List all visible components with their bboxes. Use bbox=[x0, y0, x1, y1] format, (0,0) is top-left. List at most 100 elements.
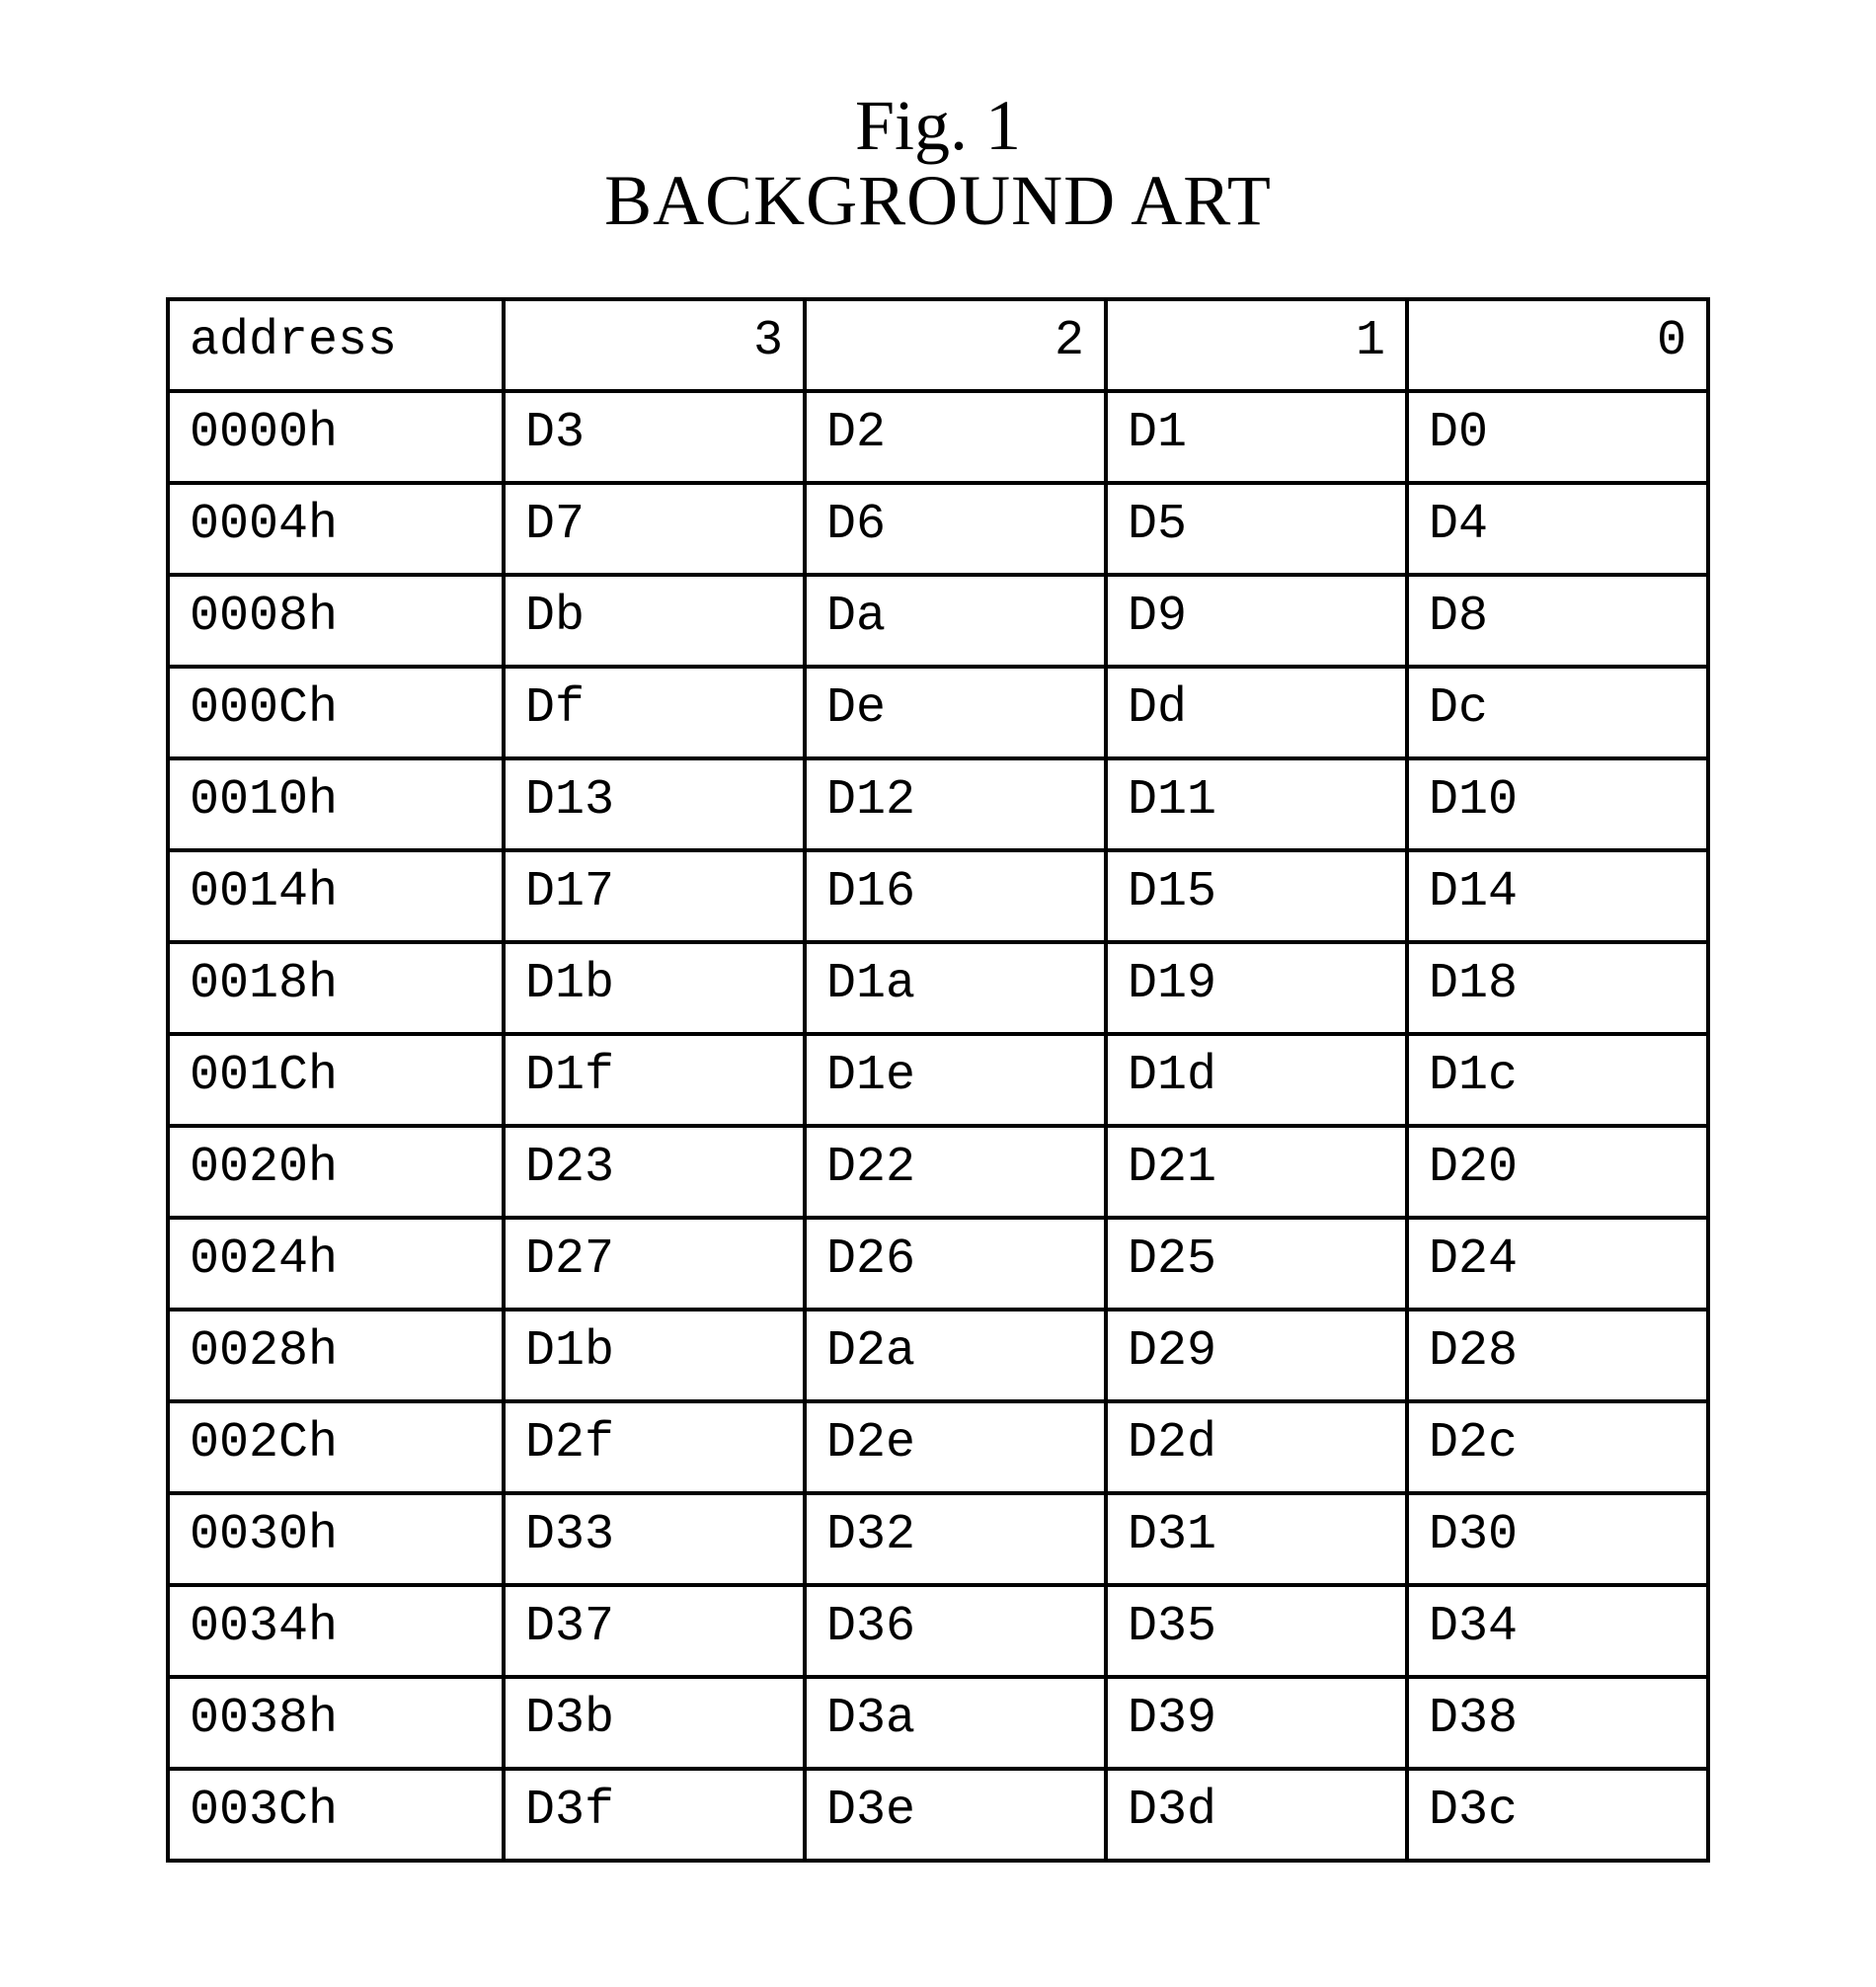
data-cell: D11 bbox=[1106, 758, 1407, 850]
col-header-1: 1 bbox=[1106, 299, 1407, 391]
table-row: 0024h D27 D26 D25 D24 bbox=[168, 1218, 1708, 1310]
addr-cell: 001Ch bbox=[168, 1034, 504, 1126]
data-cell: Db bbox=[504, 575, 805, 667]
data-cell: D10 bbox=[1407, 758, 1708, 850]
table-row: 001Ch D1f D1e D1d D1c bbox=[168, 1034, 1708, 1126]
data-cell: D1c bbox=[1407, 1034, 1708, 1126]
table-row: 0038h D3b D3a D39 D38 bbox=[168, 1677, 1708, 1769]
addr-cell: 0030h bbox=[168, 1493, 504, 1585]
data-cell: D32 bbox=[805, 1493, 1106, 1585]
data-cell: D1b bbox=[504, 942, 805, 1034]
data-cell: D1b bbox=[504, 1310, 805, 1401]
table-row: 0014h D17 D16 D15 D14 bbox=[168, 850, 1708, 942]
data-cell: Df bbox=[504, 667, 805, 758]
data-cell: D2c bbox=[1407, 1401, 1708, 1493]
data-cell: D14 bbox=[1407, 850, 1708, 942]
figure-page: Fig. 1 BACKGROUND ART address 3 2 1 0 00… bbox=[0, 0, 1876, 1961]
table-row: 0008h Db Da D9 D8 bbox=[168, 575, 1708, 667]
data-cell: D22 bbox=[805, 1126, 1106, 1218]
data-cell: D6 bbox=[805, 483, 1106, 575]
data-cell: D27 bbox=[504, 1218, 805, 1310]
data-cell: D37 bbox=[504, 1585, 805, 1677]
data-cell: D2e bbox=[805, 1401, 1106, 1493]
addr-cell: 0028h bbox=[168, 1310, 504, 1401]
data-cell: D23 bbox=[504, 1126, 805, 1218]
data-cell: D3e bbox=[805, 1769, 1106, 1861]
data-cell: D2d bbox=[1106, 1401, 1407, 1493]
data-cell: D19 bbox=[1106, 942, 1407, 1034]
data-cell: D34 bbox=[1407, 1585, 1708, 1677]
data-cell: D3d bbox=[1106, 1769, 1407, 1861]
addr-cell: 0000h bbox=[168, 391, 504, 483]
table-header-row: address 3 2 1 0 bbox=[168, 299, 1708, 391]
addr-cell: 002Ch bbox=[168, 1401, 504, 1493]
data-cell: D0 bbox=[1407, 391, 1708, 483]
table-row: 002Ch D2f D2e D2d D2c bbox=[168, 1401, 1708, 1493]
table-row: 0000h D3 D2 D1 D0 bbox=[168, 391, 1708, 483]
data-cell: D18 bbox=[1407, 942, 1708, 1034]
data-cell: D3 bbox=[504, 391, 805, 483]
data-cell: D20 bbox=[1407, 1126, 1708, 1218]
data-cell: D1f bbox=[504, 1034, 805, 1126]
col-header-2: 2 bbox=[805, 299, 1106, 391]
memory-map-table: address 3 2 1 0 0000h D3 D2 D1 D0 0004h … bbox=[166, 297, 1710, 1863]
data-cell: D15 bbox=[1106, 850, 1407, 942]
data-cell: D7 bbox=[504, 483, 805, 575]
figure-heading: Fig. 1 BACKGROUND ART bbox=[0, 89, 1876, 238]
data-cell: D9 bbox=[1106, 575, 1407, 667]
data-cell: D30 bbox=[1407, 1493, 1708, 1585]
figure-title: BACKGROUND ART bbox=[0, 164, 1876, 239]
table-row: 0028h D1b D2a D29 D28 bbox=[168, 1310, 1708, 1401]
addr-cell: 000Ch bbox=[168, 667, 504, 758]
table-row: 0020h D23 D22 D21 D20 bbox=[168, 1126, 1708, 1218]
data-cell: D39 bbox=[1106, 1677, 1407, 1769]
data-cell: D21 bbox=[1106, 1126, 1407, 1218]
data-cell: D28 bbox=[1407, 1310, 1708, 1401]
data-cell: D24 bbox=[1407, 1218, 1708, 1310]
data-cell: D31 bbox=[1106, 1493, 1407, 1585]
table-row: 0018h D1b D1a D19 D18 bbox=[168, 942, 1708, 1034]
addr-cell: 0010h bbox=[168, 758, 504, 850]
table-row: 000Ch Df De Dd Dc bbox=[168, 667, 1708, 758]
data-cell: Dc bbox=[1407, 667, 1708, 758]
addr-cell: 003Ch bbox=[168, 1769, 504, 1861]
data-cell: D3c bbox=[1407, 1769, 1708, 1861]
data-cell: D3a bbox=[805, 1677, 1106, 1769]
data-cell: D26 bbox=[805, 1218, 1106, 1310]
data-cell: D1e bbox=[805, 1034, 1106, 1126]
data-cell: D33 bbox=[504, 1493, 805, 1585]
table-row: 003Ch D3f D3e D3d D3c bbox=[168, 1769, 1708, 1861]
data-cell: Dd bbox=[1106, 667, 1407, 758]
data-cell: D12 bbox=[805, 758, 1106, 850]
addr-cell: 0004h bbox=[168, 483, 504, 575]
data-cell: D2a bbox=[805, 1310, 1106, 1401]
data-cell: D29 bbox=[1106, 1310, 1407, 1401]
figure-label: Fig. 1 bbox=[0, 89, 1876, 164]
col-header-0: 0 bbox=[1407, 299, 1708, 391]
data-cell: D25 bbox=[1106, 1218, 1407, 1310]
data-cell: D36 bbox=[805, 1585, 1106, 1677]
data-cell: D8 bbox=[1407, 575, 1708, 667]
table-row: 0010h D13 D12 D11 D10 bbox=[168, 758, 1708, 850]
addr-cell: 0014h bbox=[168, 850, 504, 942]
data-cell: D3b bbox=[504, 1677, 805, 1769]
data-cell: D17 bbox=[504, 850, 805, 942]
addr-cell: 0018h bbox=[168, 942, 504, 1034]
data-cell: Da bbox=[805, 575, 1106, 667]
data-cell: D35 bbox=[1106, 1585, 1407, 1677]
data-cell: D13 bbox=[504, 758, 805, 850]
data-cell: De bbox=[805, 667, 1106, 758]
data-cell: D38 bbox=[1407, 1677, 1708, 1769]
addr-cell: 0008h bbox=[168, 575, 504, 667]
addr-cell: 0034h bbox=[168, 1585, 504, 1677]
data-cell: D1a bbox=[805, 942, 1106, 1034]
addr-cell: 0024h bbox=[168, 1218, 504, 1310]
addr-cell: 0020h bbox=[168, 1126, 504, 1218]
table-row: 0004h D7 D6 D5 D4 bbox=[168, 483, 1708, 575]
data-cell: D2f bbox=[504, 1401, 805, 1493]
data-cell: D1d bbox=[1106, 1034, 1407, 1126]
data-cell: D5 bbox=[1106, 483, 1407, 575]
data-cell: D16 bbox=[805, 850, 1106, 942]
table-row: 0034h D37 D36 D35 D34 bbox=[168, 1585, 1708, 1677]
data-cell: D3f bbox=[504, 1769, 805, 1861]
